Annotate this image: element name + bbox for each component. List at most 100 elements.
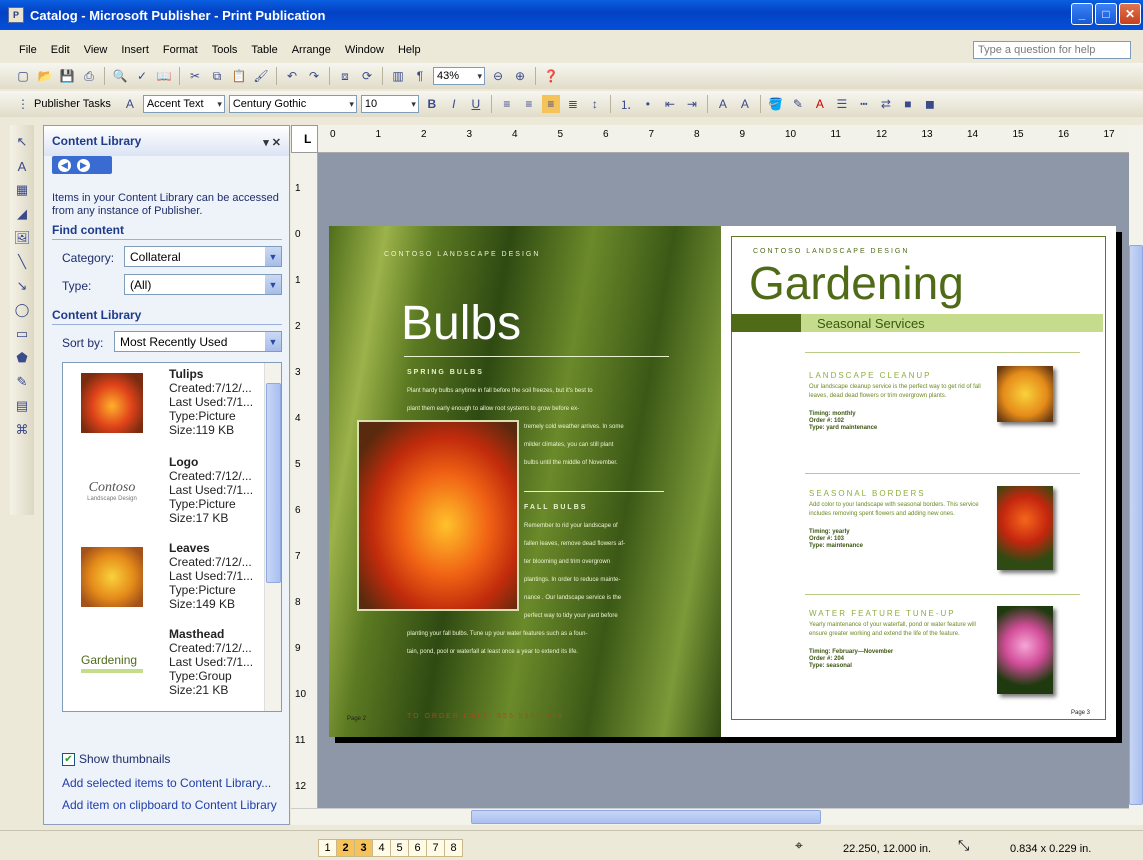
select-pointer-icon[interactable]: ↖	[13, 133, 31, 151]
section-cleanup[interactable]: LANDSCAPE CLEANUP Our landscape cleanup …	[809, 371, 989, 432]
copy-icon[interactable]: ⧉	[208, 67, 226, 85]
back-icon[interactable]: ◀	[58, 158, 71, 172]
bullets-icon[interactable]: •	[639, 95, 657, 113]
menu-window[interactable]: Window	[338, 44, 391, 56]
rotate-icon[interactable]: ⟳	[358, 67, 376, 85]
menu-table[interactable]: Table	[244, 44, 284, 56]
font-select[interactable]: Century Gothic	[228, 95, 357, 113]
page-tab-1[interactable]: 1	[318, 839, 337, 857]
tulip-photo[interactable]	[359, 422, 517, 609]
undo-icon[interactable]: ↶	[283, 67, 301, 85]
add-clipboard-link[interactable]: Add item on clipboard to Content Library	[62, 798, 277, 812]
sort-select[interactable]: Most Recently Used ▼	[114, 331, 282, 352]
page-tab-3[interactable]: 3	[354, 839, 373, 857]
horizontal-ruler[interactable]: 0 1 2 3 4 5 6 7 8 9 10 11 12 13 14 15 16 17	[318, 125, 1135, 153]
table-icon[interactable]: ▦	[13, 181, 31, 199]
oval-icon[interactable]: ◯	[13, 301, 31, 319]
zoom-select[interactable]: 43%	[433, 67, 485, 85]
menu-format[interactable]: Format	[156, 44, 205, 56]
menu-arrange[interactable]: Arrange	[285, 44, 338, 56]
section-borders[interactable]: SEASONAL BORDERS Add color to your lands…	[809, 489, 989, 550]
waterlily-photo[interactable]	[997, 606, 1053, 694]
shadow-style-icon[interactable]: ■	[899, 95, 917, 113]
align-right-icon[interactable]: ≡	[541, 95, 560, 113]
tasks-icon[interactable]: ⋮	[14, 95, 32, 113]
pane-close-icon[interactable]: ▾ ✕	[263, 136, 281, 149]
publisher-tasks-button[interactable]: Publisher Tasks	[34, 98, 111, 110]
bring-forward-icon[interactable]: ⧈	[336, 67, 354, 85]
maximize-button[interactable]: □	[1095, 3, 1117, 25]
help-icon[interactable]: ❓	[542, 67, 560, 85]
type-select[interactable]: (All) ▼	[124, 274, 282, 295]
italic-icon[interactable]: I	[445, 95, 463, 113]
justify-icon[interactable]: ≣	[564, 95, 582, 113]
wordart-icon[interactable]: ◢	[13, 205, 31, 223]
line-spacing-icon[interactable]: ↕	[586, 95, 604, 113]
dash-style-icon[interactable]: ┅	[855, 95, 873, 113]
category-select[interactable]: Collateral ▼	[124, 246, 282, 267]
align-center-icon[interactable]: ≡	[520, 95, 538, 113]
bold-icon[interactable]: B	[423, 95, 441, 113]
arrow-icon[interactable]: ↘	[13, 277, 31, 295]
font-size-select[interactable]: 10	[360, 95, 419, 113]
item-library-icon[interactable]: ⌘	[13, 421, 31, 439]
leaf-photo[interactable]	[997, 366, 1053, 422]
fill-color-icon[interactable]: 🪣	[767, 95, 785, 113]
list-item[interactable]: Contoso Landscape Design Logo Created:7/…	[71, 455, 276, 540]
new-icon[interactable]: ▢	[14, 67, 32, 85]
paste-icon[interactable]: 📋	[230, 67, 248, 85]
align-left-icon[interactable]: ≡	[498, 95, 516, 113]
3d-style-icon[interactable]: ◼	[921, 95, 939, 113]
help-search-box[interactable]: Type a question for help	[973, 41, 1131, 59]
page-tab-4[interactable]: 4	[372, 839, 391, 857]
redo-icon[interactable]: ↷	[305, 67, 323, 85]
menu-file[interactable]: File	[12, 44, 44, 56]
open-icon[interactable]: 📂	[36, 67, 54, 85]
vertical-scrollbar[interactable]	[1129, 125, 1143, 825]
menu-insert[interactable]: Insert	[114, 44, 156, 56]
list-item[interactable]: Gardening Masthead Created:7/12/... Last…	[71, 627, 276, 711]
library-scrollbar[interactable]	[264, 363, 281, 711]
minimize-button[interactable]: _	[1071, 3, 1093, 25]
print-preview-icon[interactable]: 🔍	[111, 67, 129, 85]
list-item[interactable]: Leaves Created:7/12/... Last Used:7/1...…	[71, 541, 276, 626]
picture-icon[interactable]: 🖼	[13, 229, 31, 247]
save-icon[interactable]: 💾	[58, 67, 76, 85]
line-icon[interactable]: ╲	[13, 253, 31, 271]
page-tab-5[interactable]: 5	[390, 839, 409, 857]
page-tab-6[interactable]: 6	[408, 839, 427, 857]
rectangle-icon[interactable]: ▭	[13, 325, 31, 343]
page-tab-2[interactable]: 2	[336, 839, 355, 857]
page-tab-7[interactable]: 7	[426, 839, 445, 857]
zoom-out-icon[interactable]: ⊖	[489, 67, 507, 85]
forward-icon[interactable]: ▶	[77, 158, 90, 172]
show-thumbnails-checkbox[interactable]: ✔ Show thumbnails	[62, 752, 170, 766]
line-color-icon[interactable]: ✎	[789, 95, 807, 113]
menu-view[interactable]: View	[77, 44, 115, 56]
arrow-style-icon[interactable]: ⇄	[877, 95, 895, 113]
horizontal-scrollbar[interactable]	[291, 808, 1129, 825]
section-water[interactable]: WATER FEATURE TUNE-UP Yearly maintenance…	[809, 609, 989, 670]
close-button[interactable]: ✕	[1119, 3, 1141, 25]
hotspot-icon[interactable]: ✎	[13, 373, 31, 391]
publisher-app-icon[interactable]: P	[8, 7, 24, 23]
publication-canvas[interactable]: CONTOSO LANDSCAPE DESIGN Bulbs SPRING BU…	[318, 153, 1129, 808]
menu-edit[interactable]: Edit	[44, 44, 77, 56]
research-icon[interactable]: 📖	[155, 67, 173, 85]
vertical-ruler[interactable]: 1 0 1 2 3 4 5 6 7 8 9 10 11 12	[291, 153, 318, 808]
zoom-in-icon[interactable]: ⊕	[511, 67, 529, 85]
underline-icon[interactable]: U	[467, 95, 485, 113]
add-selected-link[interactable]: Add selected items to Content Library...	[62, 776, 271, 790]
decrease-indent-icon[interactable]: ⇤	[661, 95, 679, 113]
spelling-icon[interactable]: ✓	[133, 67, 151, 85]
print-icon[interactable]: ⎙	[80, 67, 98, 85]
line-style-icon[interactable]: ☰	[833, 95, 851, 113]
ruler-origin[interactable]: L	[291, 125, 318, 153]
cut-icon[interactable]: ✂	[186, 67, 204, 85]
autoshapes-icon[interactable]: ⬟	[13, 349, 31, 367]
menu-help[interactable]: Help	[391, 44, 428, 56]
design-gallery-icon[interactable]: ▤	[13, 397, 31, 415]
grow-font-icon[interactable]: A	[736, 95, 754, 113]
styles-icon[interactable]: A	[121, 95, 139, 113]
list-item[interactable]: Tulips Created:7/12/... Last Used:7/1...…	[71, 367, 276, 452]
